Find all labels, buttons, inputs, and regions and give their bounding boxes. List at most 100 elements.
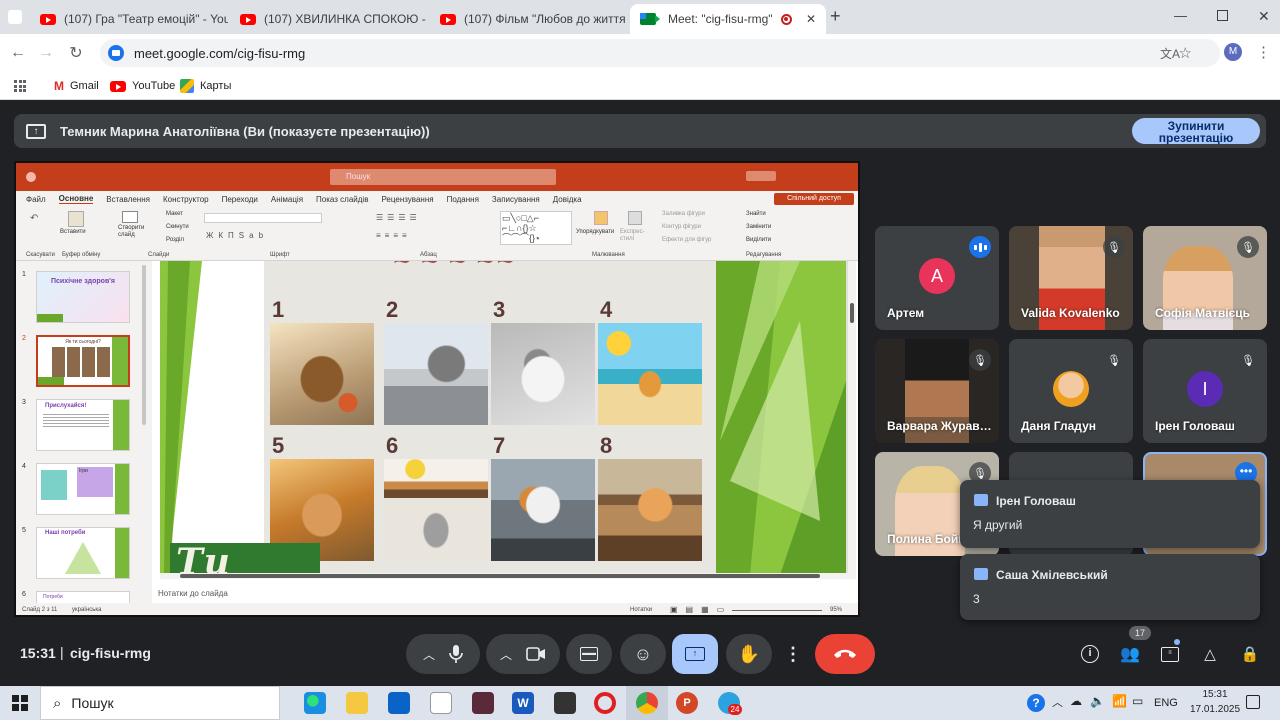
- slide-editor[interactable]: ~ ~ ~ ~~ 1 2 3 4 5 6 7 8 Ти як?: [160, 261, 856, 579]
- slide-scrollbar[interactable]: [848, 261, 856, 579]
- store-icon[interactable]: [430, 692, 452, 714]
- undo-icon[interactable]: ↶: [30, 213, 38, 224]
- thumbnail-slide-5[interactable]: Наші потреби: [36, 527, 130, 579]
- chat-notification[interactable]: Саша Хмілевський 3: [960, 554, 1260, 620]
- ppt-menu-transitions[interactable]: Переходи: [222, 195, 258, 204]
- new-tab-icon[interactable]: +: [830, 6, 841, 27]
- minimize-icon[interactable]: —: [1174, 8, 1187, 23]
- profile-avatar[interactable]: M: [1224, 43, 1242, 61]
- paragraph-icons[interactable]: ☰☰☰☰: [376, 213, 421, 222]
- ppt-search-box[interactable]: Пошук: [330, 169, 556, 185]
- opera-icon[interactable]: [594, 692, 616, 714]
- slide-h-scrollbar[interactable]: [160, 573, 848, 579]
- powerpoint-icon[interactable]: P: [676, 692, 698, 714]
- arrange-label[interactable]: Упорядкувати: [576, 229, 614, 235]
- translate-icon[interactable]: 文A: [1160, 45, 1180, 62]
- camera-button[interactable]: ︿: [486, 634, 560, 674]
- shape-fill-button[interactable]: Заливка фігури: [662, 211, 705, 217]
- language-status[interactable]: українська: [72, 607, 102, 613]
- close-window-icon[interactable]: ✕: [1258, 8, 1270, 25]
- thumbnail-scrollbar[interactable]: [142, 265, 146, 425]
- ppt-menu-record[interactable]: Записування: [492, 195, 540, 204]
- battery-icon[interactable]: ▭: [1132, 694, 1143, 708]
- tab-meet[interactable]: Meet: "cig-fisu-rmg" ✕: [630, 4, 826, 34]
- thumbnail-slide-3[interactable]: Прислухайся!: [36, 399, 130, 451]
- participant-tile[interactable]: 🎙 Варвара Журав…: [875, 339, 999, 443]
- back-icon[interactable]: ←: [6, 34, 30, 72]
- apps-icon[interactable]: [14, 72, 26, 100]
- shape-outline-button[interactable]: Контур фігури: [662, 224, 701, 230]
- help-icon[interactable]: ?: [1027, 694, 1045, 712]
- ppt-signin-button[interactable]: [746, 171, 776, 181]
- app-icon[interactable]: [472, 692, 494, 714]
- find-button[interactable]: Знайти: [746, 211, 766, 217]
- wifi-icon[interactable]: 📶: [1112, 694, 1127, 708]
- meeting-info-button[interactable]: i: [1077, 641, 1103, 667]
- font-format-icons[interactable]: ЖКПSab: [206, 231, 268, 240]
- forward-icon[interactable]: →: [34, 34, 58, 72]
- captions-button[interactable]: ▬▬: [566, 634, 612, 674]
- chat-button[interactable]: ≡: [1157, 641, 1183, 667]
- volume-icon[interactable]: 🔈: [1090, 694, 1105, 708]
- leave-call-button[interactable]: [815, 634, 875, 674]
- chat-notification[interactable]: Ірен Головаш Я другий: [960, 480, 1260, 548]
- close-tab-icon[interactable]: ✕: [806, 12, 816, 26]
- ppt-menu-slideshow[interactable]: Показ слайдів: [316, 195, 368, 204]
- thumbnail-slide-1[interactable]: Психічне здоров'я: [36, 271, 130, 323]
- ppt-menu-home[interactable]: Основне: [58, 194, 94, 204]
- ppt-menu-animations[interactable]: Анімація: [271, 195, 303, 204]
- tab-khvylynka-spokoiu[interactable]: (107) ХВИЛИНКА СПОКОЮ - Y ✕: [230, 4, 428, 34]
- media-app-icon[interactable]: [554, 692, 576, 714]
- bookmark-youtube[interactable]: YouTube: [110, 72, 175, 100]
- ppt-menu-review[interactable]: Рецензування: [381, 195, 433, 204]
- chevron-up-icon[interactable]: ︿: [500, 646, 512, 663]
- people-button[interactable]: 👥: [1117, 641, 1143, 667]
- replace-button[interactable]: Замінити: [746, 224, 771, 230]
- layout-button[interactable]: Макет: [166, 211, 183, 217]
- clock-time[interactable]: 15:31: [1196, 689, 1234, 700]
- file-explorer-icon[interactable]: [346, 692, 368, 714]
- reactions-button[interactable]: ☺: [620, 634, 666, 674]
- align-icons[interactable]: ≡≡≡≡: [376, 231, 411, 240]
- onedrive-icon[interactable]: ☁: [1070, 694, 1082, 708]
- zoom-slider[interactable]: [732, 610, 822, 611]
- ppt-menu-design[interactable]: Конструктор: [163, 195, 209, 204]
- reset-button[interactable]: Скинути: [166, 224, 189, 230]
- ppt-menu-view[interactable]: Подання: [447, 195, 479, 204]
- windows-start-icon[interactable]: [12, 695, 28, 711]
- bookmark-gmail[interactable]: M Gmail: [54, 72, 99, 100]
- zoom-level[interactable]: 95%: [830, 607, 842, 613]
- word-icon[interactable]: W: [512, 692, 534, 714]
- chevron-up-icon[interactable]: ︿: [423, 646, 435, 663]
- tab-film[interactable]: (107) Фільм "Любов до життя" ✕: [430, 4, 626, 34]
- shape-effects-button[interactable]: Ефекти для фігур: [662, 237, 711, 243]
- tab-teatr-emotsii[interactable]: (107) Гра "Театр емоцій" - You ✕: [30, 4, 228, 34]
- section-button[interactable]: Розділ: [166, 237, 184, 243]
- show-hidden-icons[interactable]: ︿: [1052, 694, 1063, 710]
- host-controls-button[interactable]: 🔒: [1237, 641, 1263, 667]
- ppt-menu-insert[interactable]: Вставлення: [106, 195, 150, 204]
- ppt-menu-help[interactable]: Довідка: [553, 195, 582, 204]
- paste-label[interactable]: Вставити: [60, 229, 86, 235]
- participant-tile[interactable]: 🎙 Даня Гладун: [1009, 339, 1133, 443]
- language-indicator[interactable]: ENG: [1154, 697, 1178, 709]
- site-info-icon[interactable]: [108, 45, 124, 61]
- participant-tile[interactable]: І 🎙 Ірен Головаш: [1143, 339, 1267, 443]
- quick-styles-label[interactable]: Експрес-стилі: [620, 229, 650, 243]
- bookmark-maps[interactable]: Карты: [180, 72, 231, 100]
- chrome-icon[interactable]: [636, 692, 658, 714]
- reload-icon[interactable]: ↻: [64, 34, 88, 72]
- bookmark-star-icon[interactable]: ☆: [1179, 44, 1192, 62]
- view-buttons[interactable]: ▣▤▦▭: [670, 605, 732, 614]
- notifications-icon[interactable]: [1246, 695, 1260, 709]
- maximize-icon[interactable]: [1217, 10, 1228, 21]
- menu-icon[interactable]: ⋮: [1256, 43, 1271, 61]
- arrange-icon[interactable]: [594, 211, 608, 225]
- participant-tile[interactable]: 🎙 Valida Kovalenko: [1009, 226, 1133, 330]
- shapes-gallery[interactable]: ▭╲○□△⌐ ⌐∟∩{}☆ ⌒⌒⌒{}⋆: [500, 211, 572, 245]
- tab-search-icon[interactable]: [8, 10, 22, 24]
- quick-styles-icon[interactable]: [628, 211, 642, 225]
- new-slide-icon[interactable]: [122, 211, 138, 223]
- participant-tile[interactable]: A Артем: [875, 226, 999, 330]
- ppt-share-button[interactable]: Спільний доступ: [774, 193, 854, 205]
